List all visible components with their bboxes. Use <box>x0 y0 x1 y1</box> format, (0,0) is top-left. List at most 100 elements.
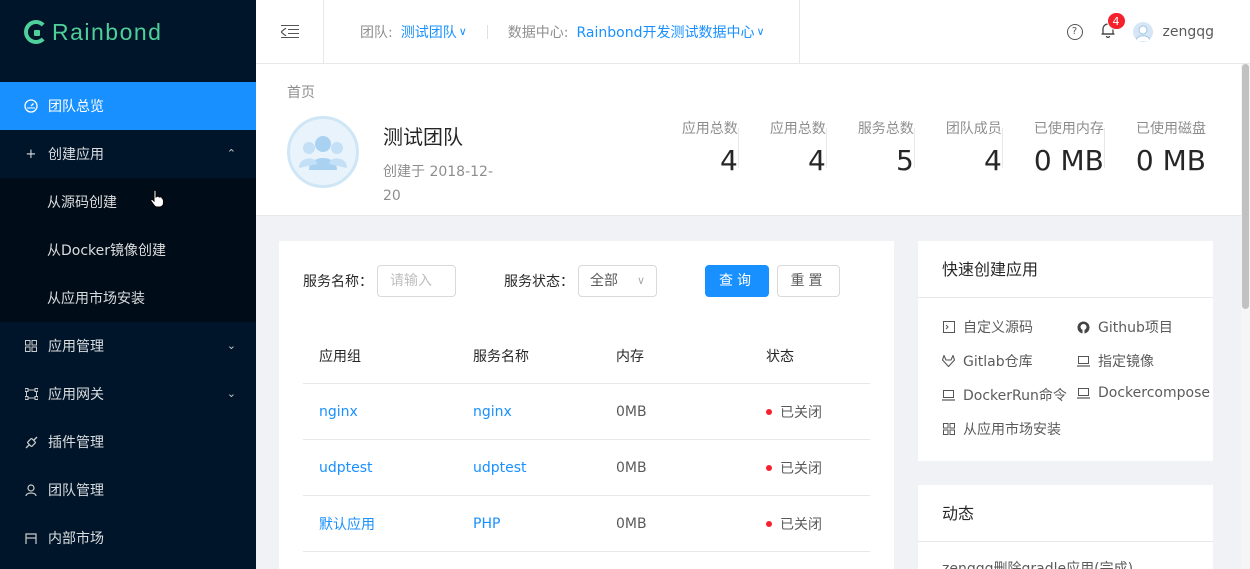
sidebar-item-label: 应用网关 <box>48 387 104 403</box>
team-value[interactable]: 测试团队 <box>401 22 457 42</box>
scrollbar-thumb[interactable] <box>1242 64 1249 309</box>
memory-cell: 0MB <box>616 403 647 420</box>
stat-label: 已使用磁盘 <box>1136 121 1206 137</box>
page-scrollbar[interactable] <box>1241 64 1250 569</box>
quick-market-install[interactable]: 从应用市场安装 <box>942 419 1077 439</box>
status-text: 已关闭 <box>780 404 822 421</box>
column-header: 内存 <box>616 349 644 365</box>
brand-name: Rainbond <box>52 18 163 45</box>
stat-label: 团队成员 <box>945 121 1002 137</box>
team-avatar-icon <box>299 136 347 170</box>
help-icon[interactable]: ? <box>1066 24 1083 40</box>
menu-fold-icon <box>280 24 299 39</box>
username[interactable]: zengqg <box>1163 24 1215 40</box>
status-cell: 已关闭 <box>750 514 870 534</box>
datacenter-selector[interactable]: 数据中心: Rainbond开发测试数据中心 ∨ <box>508 0 800 64</box>
logo[interactable]: Rainbond <box>0 0 256 64</box>
app-group-link[interactable]: nginx <box>319 404 358 420</box>
app-group-link[interactable]: 默认应用 <box>319 517 375 533</box>
reset-button[interactable]: 重置 <box>777 265 840 297</box>
breadcrumb[interactable]: 首页 <box>287 82 315 102</box>
service-name-link[interactable]: PHP <box>473 516 500 532</box>
code-icon <box>942 321 955 334</box>
sidebar-item-team-overview[interactable]: 团队总览 <box>0 82 256 130</box>
menu-fold-button[interactable] <box>256 0 324 64</box>
sidebar-item-app-gateway[interactable]: 应用网关 ⌄ <box>0 370 256 418</box>
notification-button[interactable]: 4 <box>1101 12 1126 42</box>
github-icon <box>1077 321 1090 334</box>
sidebar-item-label: 从Docker镜像创建 <box>47 243 167 259</box>
team-label: 团队: <box>360 24 393 41</box>
service-name-label: 服务名称： <box>303 274 373 290</box>
quick-docker-run[interactable]: DockerRun命令 <box>942 385 1077 405</box>
page-title: 测试团队 <box>383 125 463 149</box>
quick-item-label: DockerRun命令 <box>963 388 1067 404</box>
service-name-link[interactable]: udptest <box>473 460 527 476</box>
stat-disk-used: 已使用磁盘 0 MB <box>1103 118 1206 178</box>
quick-image[interactable]: 指定镜像 <box>1077 351 1154 371</box>
query-button[interactable]: 查询 <box>705 265 769 297</box>
quick-item-label: Dockercompose <box>1098 385 1210 401</box>
sidebar-item-team-management[interactable]: 团队管理 <box>0 466 256 514</box>
status-dot <box>766 408 772 415</box>
quick-github[interactable]: Github项目 <box>1077 317 1173 337</box>
app-group-link[interactable]: udptest <box>319 460 373 476</box>
header-actions: ? 4 zengqg <box>1066 0 1215 64</box>
column-header: 服务名称 <box>473 349 529 365</box>
stat-value: 4 <box>983 144 1002 177</box>
quick-item-label: Github项目 <box>1098 320 1173 336</box>
service-name-input[interactable]: 请输入 <box>377 265 456 297</box>
api-icon <box>24 435 38 449</box>
stat-app-count-2: 应用总数 4 <box>737 118 826 178</box>
notification-badge: 4 <box>1106 12 1126 30</box>
chevron-down-icon: ⌄ <box>226 339 236 352</box>
sidebar-item-from-docker[interactable]: 从Docker镜像创建 <box>0 226 256 274</box>
activity-card: 动态 zengqg删除gradle应用(完成) <box>918 485 1213 569</box>
status-dot <box>766 464 772 471</box>
quick-gitlab[interactable]: Gitlab仓库 <box>942 351 1077 371</box>
stat-value: 0 MB <box>1135 144 1206 177</box>
plus-icon: + <box>25 146 37 162</box>
sidebar-item-label: 从应用市场安装 <box>47 291 145 307</box>
service-list-card: 服务名称： 请输入 服务状态： 全部 ∨ 查询 重置 应用组 服务名称 内存 状… <box>279 241 894 569</box>
top-header: 团队: 测试团队 ∨ 数据中心: Rainbond开发测试数据中心 ∨ ? 4 … <box>256 0 1250 64</box>
shop-icon <box>24 531 38 545</box>
appstore-icon <box>24 339 38 353</box>
table-row: nginx nginx 0MB 已关闭 <box>303 384 870 440</box>
status-dot <box>766 520 772 527</box>
activity-item: zengqg删除gradle应用(完成) <box>942 561 1134 569</box>
team-icon <box>24 483 38 497</box>
quick-item-label: 自定义源码 <box>963 320 1033 336</box>
sidebar-item-app-management[interactable]: 应用管理 ⌄ <box>0 322 256 370</box>
gateway-icon <box>24 387 38 401</box>
stat-value: 5 <box>895 144 914 177</box>
sidebar-item-from-source[interactable]: 从源码创建 <box>0 178 256 226</box>
stat-label: 已使用内存 <box>1033 121 1104 137</box>
chevron-down-icon: ∨ <box>458 25 467 38</box>
service-status-select[interactable]: 全部 ∨ <box>578 265 657 297</box>
stat-member-count: 团队成员 4 <box>913 118 1002 178</box>
quick-item-label: Gitlab仓库 <box>963 354 1033 370</box>
sidebar-item-plugin-management[interactable]: 插件管理 <box>0 418 256 466</box>
card-title: 动态 <box>918 485 1213 542</box>
datacenter-value[interactable]: Rainbond开发测试数据中心 <box>577 22 755 42</box>
quick-custom-source[interactable]: 自定义源码 <box>942 317 1077 337</box>
chevron-down-icon: ∨ <box>636 274 645 287</box>
sidebar-item-label: 从源码创建 <box>47 195 117 211</box>
quick-create-links: 自定义源码 Github项目 Gitlab仓库 指定镜像 DockerRun命令 <box>942 317 1212 453</box>
stat-value: 4 <box>719 144 738 177</box>
gitlab-icon <box>942 355 955 368</box>
stat-label: 服务总数 <box>857 121 914 137</box>
avatar[interactable] <box>1132 22 1153 42</box>
sidebar-item-label: 团队管理 <box>48 483 104 499</box>
stat-memory-used: 已使用内存 0 MB <box>1001 118 1104 178</box>
sidebar-item-create-app[interactable]: + 创建应用 ⌃ <box>0 130 256 178</box>
card-title: 快速创建应用 <box>918 241 1213 298</box>
sidebar-item-from-market[interactable]: 从应用市场安装 <box>0 274 256 322</box>
quick-item-label: 指定镜像 <box>1098 354 1154 370</box>
team-selector[interactable]: 团队: 测试团队 ∨ <box>324 0 467 64</box>
service-name-link[interactable]: nginx <box>473 404 512 420</box>
stat-value: 4 <box>807 144 826 177</box>
sidebar-item-internal-market[interactable]: 内部市场 <box>0 514 256 562</box>
quick-docker-compose[interactable]: Dockercompose <box>1077 385 1210 401</box>
